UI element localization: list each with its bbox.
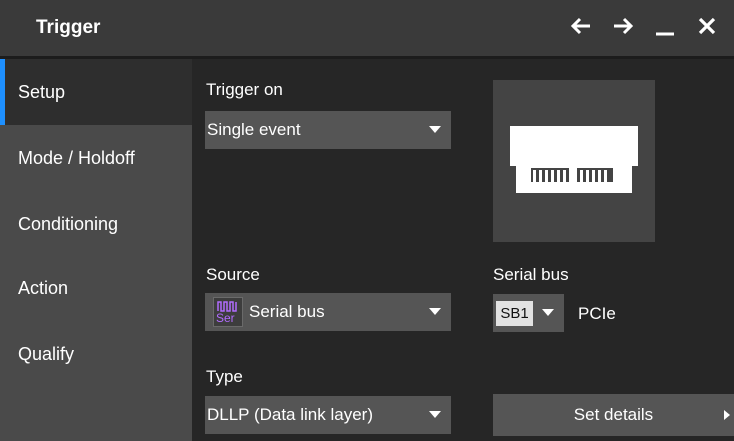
chevron-down-icon [429, 411, 441, 418]
title-bar: Trigger [0, 0, 734, 59]
chevron-down-icon [542, 309, 554, 316]
sidebar-item-qualify[interactable]: Qualify [0, 321, 192, 387]
sidebar-item-label: Conditioning [18, 213, 119, 234]
minimize-icon[interactable] [654, 15, 676, 37]
chevron-down-icon [429, 126, 441, 133]
triangle-right-icon [724, 410, 730, 420]
trigger-preview-image [493, 80, 655, 242]
sidebar-item-label: Setup [18, 81, 66, 102]
title-bar-controls [570, 15, 718, 37]
sidebar-item-conditioning[interactable]: Conditioning [0, 191, 192, 257]
trigger-on-value: Single event [207, 120, 301, 139]
serial-bus-badge: SB1 [496, 301, 533, 326]
source-value: Serial bus [249, 302, 325, 321]
close-icon[interactable] [696, 15, 718, 37]
serial-bus-icon-text: Ser [216, 311, 235, 325]
arrow-left-icon[interactable] [570, 15, 592, 37]
type-value: DLLP (Data link layer) [207, 405, 373, 424]
serial-bus-label: Serial bus [493, 265, 569, 284]
serial-bus-protocol: PCIe [578, 304, 616, 323]
type-dropdown[interactable]: DLLP (Data link layer) [205, 396, 451, 434]
serial-bus-dropdown[interactable]: SB1 [493, 294, 564, 332]
type-label: Type [206, 367, 243, 386]
chevron-down-icon [429, 308, 441, 315]
serial-bus-icon: Ser [213, 297, 243, 327]
set-details-label: Set details [573, 405, 654, 424]
trigger-on-label: Trigger on [206, 80, 283, 99]
sidebar-item-label: Mode / Holdoff [18, 147, 135, 168]
trigger-on-dropdown[interactable]: Single event [205, 111, 451, 149]
source-label: Source [206, 265, 260, 284]
sidebar-item-action[interactable]: Action [0, 255, 192, 321]
set-details-button[interactable]: Set details [493, 394, 734, 436]
serial-connector-icon [510, 126, 638, 193]
source-dropdown[interactable]: Ser Serial bus [205, 293, 451, 331]
sidebar: Setup Mode / Holdoff Conditioning Action… [0, 59, 192, 441]
sidebar-item-label: Qualify [18, 343, 75, 364]
sidebar-item-setup[interactable]: Setup [0, 59, 192, 125]
trigger-dialog: Trigger Setup Mode / Holdoff Conditionin… [0, 0, 734, 441]
sidebar-item-mode-holdoff[interactable]: Mode / Holdoff [0, 125, 192, 191]
sidebar-item-label: Action [18, 277, 69, 298]
arrow-right-icon[interactable] [612, 15, 634, 37]
window-title: Trigger [36, 17, 101, 38]
